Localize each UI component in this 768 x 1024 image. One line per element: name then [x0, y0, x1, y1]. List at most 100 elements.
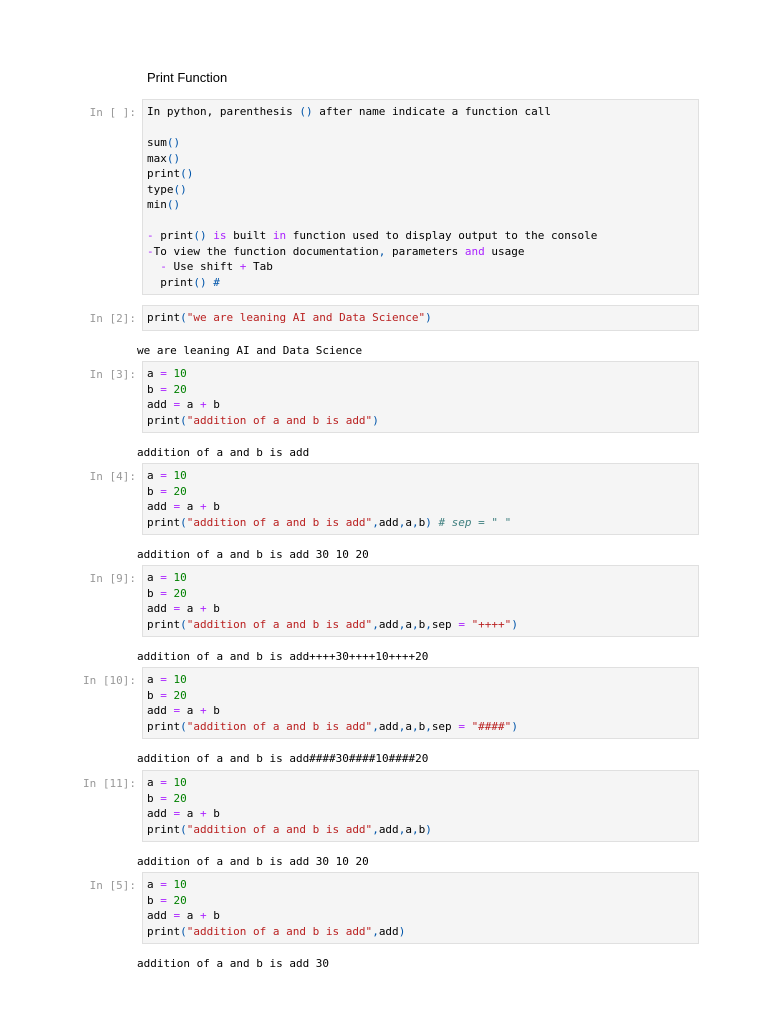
- code-token: min: [147, 198, 167, 211]
- code-token: print: [147, 167, 181, 180]
- code-token: =: [160, 878, 167, 891]
- code-line: print("addition of a and b is add",add,a…: [147, 515, 694, 531]
- code-token: add: [378, 515, 399, 529]
- code-token: add: [147, 909, 174, 922]
- code-token: 20: [173, 893, 187, 907]
- code-token: "addition of a and b is add": [186, 413, 373, 427]
- code-token: (: [180, 515, 187, 529]
- code-token: and: [464, 244, 485, 258]
- code-token: b: [206, 704, 220, 717]
- code-line: add = a + b: [147, 397, 694, 413]
- code-token: (): [180, 167, 194, 180]
- code-token: 10: [173, 673, 187, 686]
- code-token: +: [200, 602, 207, 615]
- code-token: add: [378, 822, 399, 836]
- cell-input-editor[interactable]: a = 10 b = 20 add = a + b print("addition o…: [142, 667, 699, 739]
- code-token: b: [147, 893, 161, 907]
- code-token: b: [206, 398, 220, 411]
- code-token: ): [398, 924, 406, 938]
- cell-output: addition of a and b is add####30####10##…: [137, 752, 429, 765]
- cell-input-editor[interactable]: a = 10 b = 20 add = a + b print("addition o…: [142, 361, 699, 433]
- cell-prompt: In [4]:: [89, 470, 136, 483]
- code-token: -: [147, 229, 161, 242]
- cell-input-editor[interactable]: a = 10 b = 20 add = a + b print("addition o…: [142, 770, 699, 842]
- cell-input-editor[interactable]: print("we are leaning AI and Data Scienc…: [142, 305, 699, 331]
- code-token: (): [299, 105, 313, 118]
- code-line: print(): [147, 166, 694, 182]
- cell-input-editor[interactable]: a = 10 b = 20 add = a + b print("addition o…: [142, 565, 699, 637]
- code-token: ): [425, 515, 432, 529]
- code-token: Use shift: [166, 260, 240, 273]
- code-token: (): [166, 198, 181, 211]
- code-token: a: [147, 776, 161, 789]
- code-token: ,: [411, 822, 419, 836]
- code-token: 10: [173, 571, 187, 584]
- code-token: ,: [425, 617, 432, 631]
- code-token: a: [147, 469, 161, 482]
- code-line: b = 20: [147, 586, 694, 602]
- code-token: add: [378, 924, 399, 938]
- code-token: b: [147, 586, 161, 600]
- code-token: a: [180, 398, 200, 411]
- code-token: (: [180, 617, 187, 631]
- code-token: =: [160, 586, 167, 600]
- code-token: b: [206, 909, 220, 922]
- code-line: sum(): [147, 135, 694, 151]
- code-token: a: [405, 617, 412, 631]
- code-line: add = a + b: [147, 806, 694, 822]
- code-line: min(): [147, 197, 694, 213]
- code-token: -: [147, 244, 154, 258]
- cell-prompt: In [ ]:: [89, 106, 136, 119]
- code-token: b: [147, 484, 161, 498]
- code-token: a: [180, 807, 200, 820]
- code-line: add = a + b: [147, 908, 694, 924]
- code-token: 20: [173, 484, 187, 498]
- code-token: a: [405, 822, 412, 836]
- code-token: built: [226, 229, 273, 242]
- code-token: +: [200, 909, 207, 922]
- code-token: =: [160, 688, 167, 702]
- code-token: =: [160, 484, 167, 498]
- code-token: function used to display output to the c…: [286, 229, 598, 242]
- code-token: add: [147, 500, 174, 513]
- cell-prompt: In [10]:: [83, 674, 136, 687]
- code-line: print("we are leaning AI and Data Scienc…: [147, 310, 694, 326]
- code-line: - Use shift + Tab: [147, 259, 694, 275]
- code-token: "addition of a and b is add": [186, 822, 373, 836]
- code-line: a = 10: [147, 570, 694, 586]
- code-token: ,: [372, 515, 379, 529]
- code-token: (: [180, 413, 187, 427]
- cell-input-editor[interactable]: In python, parenthesis () after name ind…: [142, 99, 699, 295]
- code-token: b: [147, 382, 161, 396]
- code-token: 10: [173, 878, 187, 891]
- code-token: ,: [372, 822, 379, 836]
- code-token: =: [160, 776, 167, 789]
- code-token: (: [180, 311, 187, 324]
- code-token: print: [147, 617, 181, 631]
- cell-input-editor[interactable]: a = 10 b = 20 add = a + b print("addition o…: [142, 872, 699, 944]
- code-token: ,: [411, 617, 419, 631]
- code-token: (): [193, 275, 207, 289]
- cell-output: addition of a and b is add 30 10 20: [137, 548, 369, 561]
- code-token: "####": [471, 719, 512, 733]
- code-token: is: [213, 229, 227, 242]
- code-token: a: [180, 602, 200, 615]
- code-token: (: [180, 719, 187, 733]
- code-token: b: [147, 688, 161, 702]
- code-token: a: [147, 673, 161, 686]
- code-token: -: [160, 260, 167, 273]
- code-token: (): [166, 151, 181, 165]
- code-line: a = 10: [147, 775, 694, 791]
- cell-input-editor[interactable]: a = 10 b = 20 add = a + b print("addition o…: [142, 463, 699, 535]
- code-line: b = 20: [147, 484, 694, 500]
